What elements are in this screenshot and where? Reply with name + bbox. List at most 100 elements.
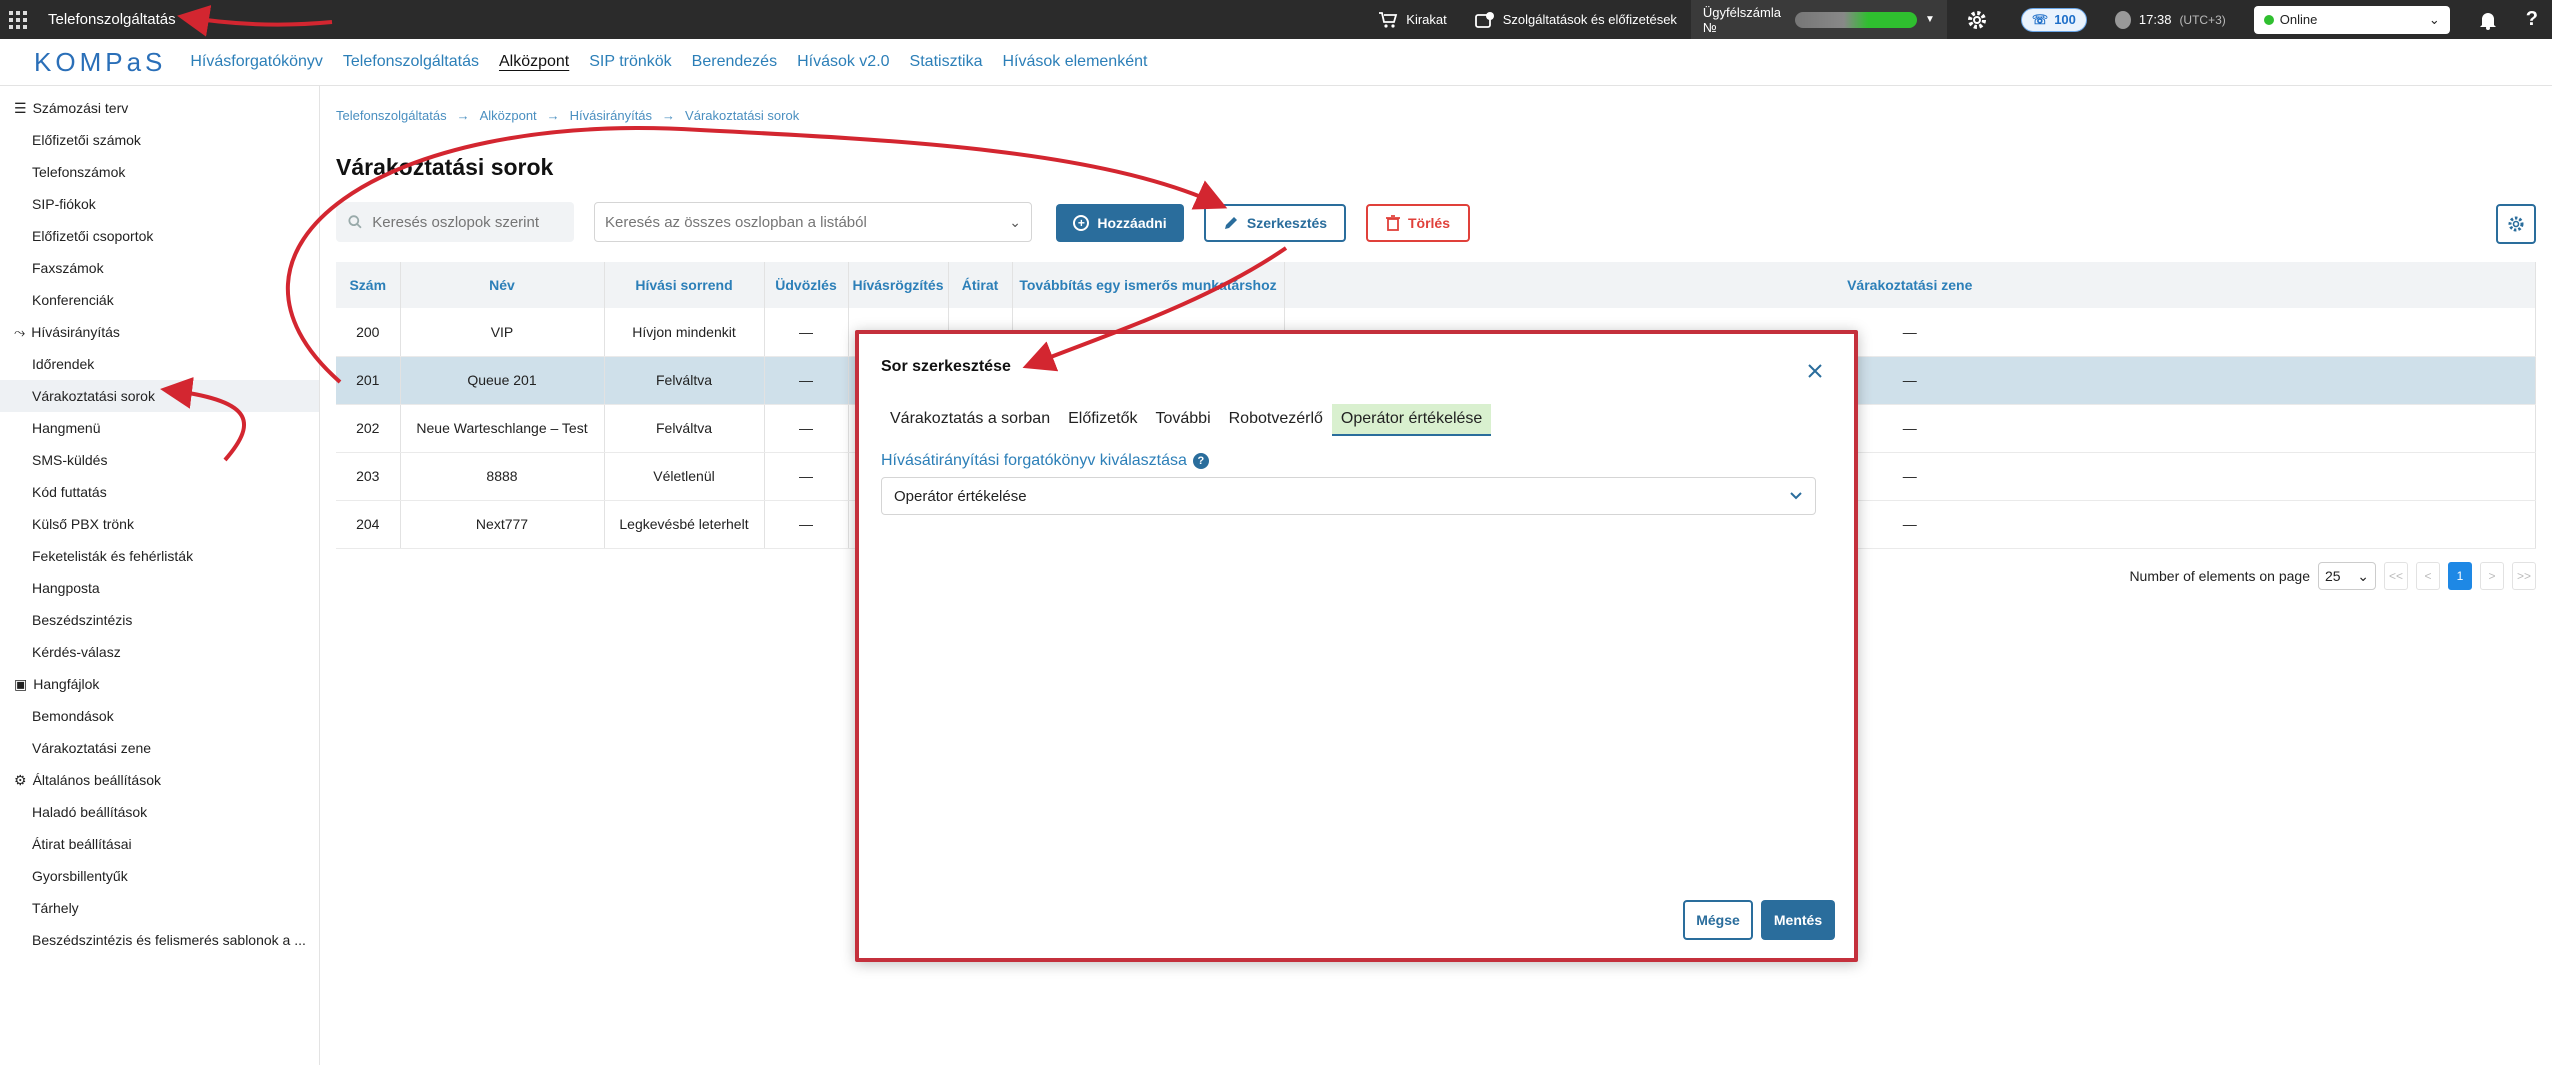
sidebar-item[interactable]: Beszédszintézis bbox=[0, 604, 319, 636]
close-icon[interactable] bbox=[1806, 362, 1824, 380]
app-title[interactable]: Telefonszolgáltatás bbox=[48, 11, 176, 28]
logo[interactable]: KOMPaS bbox=[34, 47, 166, 78]
first-page-button[interactable]: << bbox=[2384, 562, 2408, 590]
phone-counter[interactable]: ☏ 100 bbox=[2007, 0, 2101, 39]
nav-link-calls-v2[interactable]: Hívások v2.0 bbox=[797, 53, 889, 71]
col-header[interactable]: Üdvözlés bbox=[764, 262, 849, 308]
delete-button[interactable]: Törlés bbox=[1366, 204, 1470, 242]
cell-greeting: — bbox=[764, 356, 849, 405]
col-header[interactable]: Továbbítás egy ismerős munkatárshoz bbox=[1012, 262, 1285, 308]
status-dropdown[interactable]: Online ⌄ bbox=[2253, 5, 2450, 34]
cell-order: Felváltva bbox=[604, 356, 765, 405]
sidebar-item[interactable]: Telefonszámok bbox=[0, 156, 319, 188]
table-settings-button[interactable] bbox=[2496, 204, 2536, 244]
cell-name: Next777 bbox=[400, 500, 605, 549]
sidebar-item[interactable]: Kérdés-válasz bbox=[0, 636, 319, 668]
save-button[interactable]: Mentés bbox=[1761, 900, 1835, 940]
nav-link-pbx[interactable]: Alközpont bbox=[499, 53, 569, 71]
tab-more[interactable]: További bbox=[1146, 404, 1219, 436]
sidebar-item-queues[interactable]: Várakoztatási sorok bbox=[0, 380, 319, 412]
sidebar-item[interactable]: Feketelisták és fehérlisták bbox=[0, 540, 319, 572]
col-header[interactable]: Szám bbox=[336, 262, 401, 308]
col-header[interactable]: Hívási sorrend bbox=[604, 262, 765, 308]
clock-time: 17:38 bbox=[2138, 12, 2172, 27]
sidebar-item[interactable]: Előfizetői csoportok bbox=[0, 220, 319, 252]
sidebar-item[interactable]: Kód futtatás bbox=[0, 476, 319, 508]
edit-label: Szerkesztés bbox=[1246, 215, 1328, 231]
sidebar-item[interactable]: SMS-küldés bbox=[0, 444, 319, 476]
prev-page-button[interactable]: < bbox=[2416, 562, 2440, 590]
scenario-select-value: Operátor értékelése bbox=[894, 487, 1027, 505]
sidebar-item[interactable]: Átirat beállításai bbox=[0, 828, 319, 860]
page-1-button[interactable]: 1 bbox=[2448, 562, 2472, 590]
col-header[interactable]: Átirat bbox=[948, 262, 1013, 308]
tab-robot[interactable]: Robotvezérlő bbox=[1220, 404, 1332, 436]
nav-link-equipment[interactable]: Berendezés bbox=[692, 53, 777, 71]
col-header[interactable]: Várakoztatási zene bbox=[1284, 262, 2536, 308]
cancel-button[interactable]: Mégse bbox=[1683, 900, 1753, 940]
scenario-select[interactable]: Operátor értékelése bbox=[881, 477, 1816, 515]
help-icon[interactable]: ? bbox=[1192, 453, 1209, 469]
tab-queueing[interactable]: Várakoztatás a sorban bbox=[881, 404, 1059, 436]
breadcrumb-item[interactable]: Hívásirányítás bbox=[570, 108, 652, 123]
sidebar-item[interactable]: Haladó beállítások bbox=[0, 796, 319, 828]
sidebar-group-audio[interactable]: ▣ Hangfájlok bbox=[0, 668, 319, 700]
breadcrumb-item[interactable]: Telefonszolgáltatás bbox=[336, 108, 447, 123]
nav-link-statistics[interactable]: Statisztika bbox=[910, 53, 983, 71]
nav-link-sip-trunks[interactable]: SIP trönkök bbox=[589, 53, 671, 71]
edit-queue-modal: Sor szerkesztése Várakoztatás a sorban E… bbox=[855, 330, 1858, 962]
sidebar-item[interactable]: Külső PBX trönk bbox=[0, 508, 319, 540]
column-search-input[interactable] bbox=[372, 213, 574, 231]
tab-operator-rating[interactable]: Operátor értékelése bbox=[1331, 404, 1492, 436]
gear-icon bbox=[1967, 10, 1986, 29]
caret-down-icon: ▼ bbox=[1925, 14, 1935, 25]
breadcrumb-item[interactable]: Várakoztatási sorok bbox=[685, 108, 799, 123]
showcase-link[interactable]: Kirakat bbox=[1364, 0, 1460, 39]
last-page-button[interactable]: >> bbox=[2512, 562, 2536, 590]
breadcrumb: Telefonszolgáltatás → Alközpont → Hívási… bbox=[336, 108, 799, 123]
breadcrumb-item[interactable]: Alközpont bbox=[480, 108, 537, 123]
services-link[interactable]: Szolgáltatások és előfizetések bbox=[1461, 0, 1691, 39]
add-button[interactable]: + Hozzáadni bbox=[1056, 204, 1184, 242]
sidebar-item[interactable]: Tárhely bbox=[0, 892, 319, 924]
sidebar-group-general[interactable]: ⚙ Általános beállítások bbox=[0, 764, 319, 796]
global-search[interactable]: ⌄ bbox=[594, 202, 1032, 242]
chevron-down-icon: ⌄ bbox=[2357, 567, 2369, 584]
cell-number: 202 bbox=[336, 404, 401, 453]
sidebar-item[interactable]: Konferenciák bbox=[0, 284, 319, 316]
cell-number: 204 bbox=[336, 500, 401, 549]
sidebar-group-routing[interactable]: ⤳ Hívásirányítás bbox=[0, 316, 319, 348]
nav-link-telephony[interactable]: Telefonszolgáltatás bbox=[343, 53, 479, 71]
cell-greeting: — bbox=[764, 500, 849, 549]
nav-link-scenario[interactable]: Hívásforgatókönyv bbox=[190, 53, 323, 71]
cog-icon: ⚙ bbox=[14, 771, 27, 788]
help[interactable]: ? bbox=[2512, 0, 2552, 39]
sidebar-item[interactable]: Hangposta bbox=[0, 572, 319, 604]
apps-grid-icon[interactable] bbox=[0, 0, 36, 39]
page-size-select[interactable]: 25 ⌄ bbox=[2318, 562, 2376, 590]
edit-button[interactable]: Szerkesztés bbox=[1204, 204, 1346, 242]
col-header[interactable]: Név bbox=[400, 262, 605, 308]
col-header[interactable]: Hívásrögzítés bbox=[848, 262, 949, 308]
sidebar-item[interactable]: Faxszámok bbox=[0, 252, 319, 284]
sidebar-item[interactable]: SIP-fiókok bbox=[0, 188, 319, 220]
global-search-input[interactable] bbox=[605, 213, 1010, 231]
account-selector[interactable]: Ügyfélszámla № ▼ bbox=[1690, 0, 1947, 39]
sidebar-item[interactable]: Bemondások bbox=[0, 700, 319, 732]
sidebar-item[interactable]: Időrendek bbox=[0, 348, 319, 380]
arrow-right-icon: → bbox=[456, 108, 470, 123]
toolbar: ⌄ + Hozzáadni Szerkesztés Törlés bbox=[336, 202, 2536, 244]
sidebar-item[interactable]: Várakoztatási zene bbox=[0, 732, 319, 764]
notifications[interactable] bbox=[2464, 0, 2512, 39]
sidebar-item[interactable]: Előfizetői számok bbox=[0, 124, 319, 156]
sidebar-item[interactable]: Gyorsbillentyűk bbox=[0, 860, 319, 892]
sidebar-group-numbering[interactable]: ☰ Számozási terv bbox=[0, 92, 319, 124]
user-clock[interactable]: 17:38 (UTC+3) bbox=[2101, 0, 2240, 39]
sidebar-item[interactable]: Hangmenü bbox=[0, 412, 319, 444]
tab-subscribers[interactable]: Előfizetők bbox=[1059, 404, 1146, 436]
delete-label: Törlés bbox=[1407, 215, 1450, 231]
next-page-button[interactable]: > bbox=[2480, 562, 2504, 590]
settings-gear[interactable] bbox=[1947, 0, 2007, 39]
nav-link-calls-itemized[interactable]: Hívások elemenként bbox=[1002, 53, 1147, 71]
sidebar-item[interactable]: Beszédszintézis és felismerés sablonok a… bbox=[0, 924, 319, 956]
